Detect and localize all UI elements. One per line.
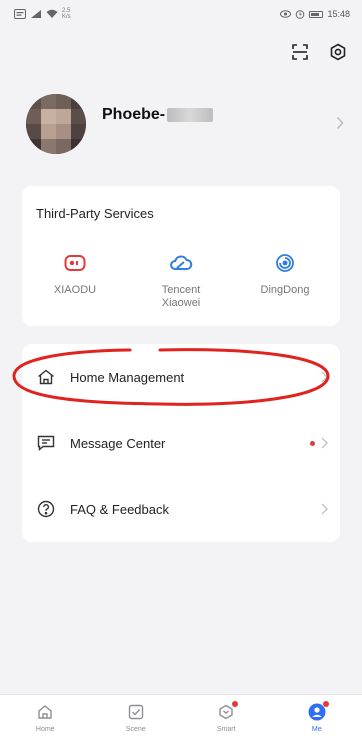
menu-item-message-center[interactable]: Message Center [22,410,340,476]
home-tab-icon [35,702,55,722]
network-speed: 2.5 K/s [62,8,71,20]
tab-home[interactable]: Home [0,695,91,740]
scan-icon [292,44,308,60]
third-party-services-title: Third-Party Services [36,206,154,221]
signal-icon [31,10,41,18]
smart-badge-dot [232,701,239,707]
chevron-right-icon [321,437,328,449]
tab-label: Scene [125,726,146,733]
status-bar: 2.5 K/s 100 15:48 [0,0,362,28]
chevron-right-icon [321,503,328,515]
dingdong-icon [240,252,330,274]
menu-item-right [321,344,328,410]
avatar [26,94,86,154]
avatar-mosaic [26,94,86,154]
tencent-cloud-icon [136,252,226,274]
service-dingdong[interactable]: DingDong [240,252,330,297]
menu-item-label: FAQ & Feedback [70,501,169,517]
settings-button[interactable] [328,42,348,62]
profile-header[interactable]: Phoebe- [26,92,348,156]
menu-item-home-management[interactable]: Home Management [22,344,340,410]
status-time: 15:48 [327,9,350,19]
service-label: Tencent Xiaowei [161,284,201,309]
xiaodu-icon [30,252,120,274]
message-icon [36,433,56,453]
chevron-right-icon [336,116,344,130]
third-party-services-card: Third-Party Services XIAODU Tencent Xiao… [22,186,340,326]
user-name-redacted [167,108,214,122]
menu-item-right [310,410,328,476]
bottom-tab-bar: Home Scene Smart Me [0,694,362,740]
tab-smart[interactable]: Smart [181,695,272,740]
smart-tab-icon [216,701,239,722]
user-name-text: Phoebe- [102,106,166,123]
status-right: 100 15:48 [280,9,350,19]
top-actions [290,42,348,62]
status-left: 2.5 K/s [14,8,71,20]
tab-label: Me [311,726,322,733]
gear-icon [330,43,346,61]
service-xiaodu[interactable]: XIAODU [30,252,120,297]
service-label: DingDong [260,284,310,296]
menu-item-label: Home Management [70,369,185,385]
alarm-icon [296,10,305,19]
battery-icon [309,10,324,18]
me-badge-dot [322,701,329,707]
menu-card: Home Management Message Center FAQ & Fee… [22,344,340,542]
menu-item-right [321,476,328,542]
me-tab-icon [307,701,329,722]
home-icon [36,367,56,387]
tab-label: Smart [216,726,236,733]
service-tencent-xiaowei[interactable]: Tencent Xiaowei [136,252,226,310]
menu-item-label: Message Center [70,435,166,451]
tab-label: Home [35,726,55,733]
menu-item-faq-feedback[interactable]: FAQ & Feedback [22,476,340,542]
user-name: Phoebe- [102,106,214,124]
unread-dot [310,440,315,446]
wifi-icon [46,9,58,18]
tab-me[interactable]: Me [272,695,362,740]
help-icon [36,499,56,519]
chevron-right-icon [321,371,328,383]
tab-scene[interactable]: Scene [91,695,182,740]
scene-tab-icon [126,702,146,722]
eye-icon [280,10,292,18]
service-label: XIAODU [53,284,97,296]
scan-button[interactable] [290,42,310,62]
notification-icon [14,9,26,19]
